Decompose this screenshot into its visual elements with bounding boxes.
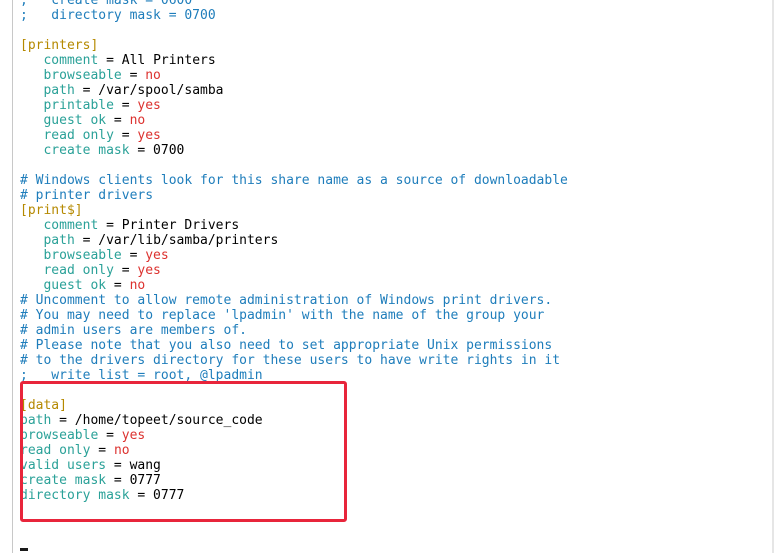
code-token: no [145, 68, 161, 83]
code-token: [printers] [20, 38, 99, 53]
code-token: = [121, 248, 146, 263]
code-line: ; directory mask = 0700 [20, 8, 568, 23]
code-line: browseable = yes [20, 248, 568, 263]
code-token: yes [137, 98, 161, 113]
code-token: = [106, 113, 130, 128]
code-token: ; create mask = 0600 [20, 0, 193, 8]
code-line: read only = yes [20, 128, 568, 143]
code-token: = Printer Drivers [98, 218, 240, 233]
code-token: # to the drivers directory for these use… [20, 353, 561, 368]
code-token: read only [20, 128, 114, 143]
code-token: path [20, 233, 75, 248]
code-token: = [113, 263, 138, 278]
code-token: browseable [20, 248, 122, 263]
code-token: # admin users are members of. [20, 323, 247, 338]
code-line: path = /var/spool/samba [20, 83, 568, 98]
code-line: guest ok = no [20, 278, 568, 293]
code-token: = [121, 68, 146, 83]
code-token: = /var/lib/samba/printers [74, 233, 279, 248]
code-token: no [129, 113, 146, 128]
code-token: = /var/spool/samba [74, 83, 224, 98]
code-line: create mask = 0700 [20, 143, 568, 158]
code-token: browseable [20, 68, 122, 83]
code-token: = All Printers [98, 53, 216, 68]
code-line: path = /var/lib/samba/printers [20, 233, 568, 248]
editor-gutter [0, 0, 13, 553]
code-line: [printers] [20, 38, 568, 53]
code-token: yes [137, 128, 161, 143]
code-line: # to the drivers directory for these use… [20, 353, 568, 368]
code-token: path [20, 83, 75, 98]
code-line: [print$] [20, 203, 568, 218]
highlight-annotation-box [20, 381, 347, 522]
code-line: printable = yes [20, 98, 568, 113]
code-token: yes [145, 248, 169, 263]
code-token: yes [137, 263, 161, 278]
code-token: comment [20, 53, 99, 68]
code-token: read only [20, 263, 114, 278]
code-token: no [129, 278, 146, 293]
code-token: = 0700 [129, 143, 185, 158]
code-line: # admin users are members of. [20, 323, 568, 338]
text-cursor [20, 548, 28, 551]
code-line: guest ok = no [20, 113, 568, 128]
code-token: printable [20, 98, 114, 113]
code-line: # printer drivers [20, 188, 568, 203]
code-token: comment [20, 218, 99, 233]
code-token: = [113, 98, 138, 113]
code-line: read only = yes [20, 263, 568, 278]
code-token: # Please note that you also need to set … [20, 338, 553, 353]
code-token: [print$] [20, 203, 83, 218]
code-line: # Uncomment to allow remote administrati… [20, 293, 568, 308]
code-token: create mask [20, 143, 130, 158]
code-line: # Please note that you also need to set … [20, 338, 568, 353]
code-line: ; create mask = 0600 [20, 0, 568, 8]
code-line: comment = All Printers [20, 53, 568, 68]
code-token: # Windows clients look for this share na… [20, 173, 568, 188]
code-line: # You may need to replace 'lpadmin' with… [20, 308, 568, 323]
code-token: guest ok [20, 113, 107, 128]
code-line: browseable = no [20, 68, 568, 83]
code-token: ; directory mask = 0700 [20, 8, 216, 23]
code-line: # Windows clients look for this share na… [20, 173, 568, 188]
code-token: guest ok [20, 278, 107, 293]
code-line: comment = Printer Drivers [20, 218, 568, 233]
code-token: = [106, 278, 130, 293]
code-token: # Uncomment to allow remote administrati… [20, 293, 553, 308]
code-token: = [113, 128, 138, 143]
code-token: # You may need to replace 'lpadmin' with… [20, 308, 545, 323]
code-token: # printer drivers [20, 188, 154, 203]
